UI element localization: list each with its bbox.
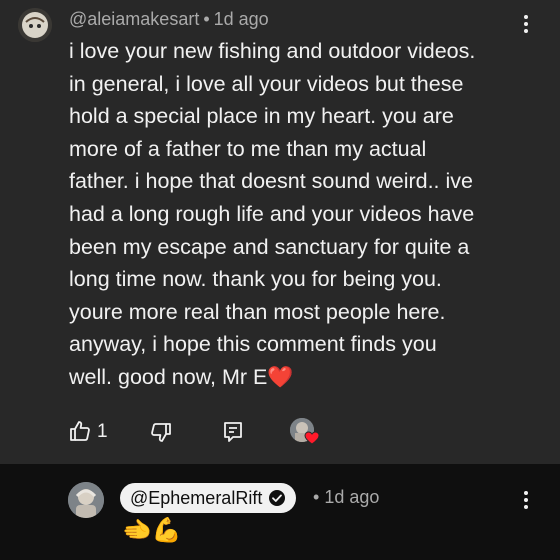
- reply-author-chip[interactable]: @EphemeralRift: [120, 483, 297, 513]
- comment-timestamp: 1d ago: [213, 9, 269, 29]
- heart-emoji: ❤️: [267, 365, 294, 389]
- avatar[interactable]: [18, 8, 52, 42]
- creator-heart-badge: [290, 418, 322, 446]
- reply-avatar[interactable]: [68, 482, 104, 518]
- like-count: 1: [97, 421, 108, 442]
- reply-kebab-menu-icon[interactable]: [516, 488, 536, 512]
- creator-heart-icon: [304, 431, 320, 445]
- reply-button[interactable]: [221, 420, 245, 444]
- verified-check-icon: [269, 490, 286, 506]
- reply-author-handle: @EphemeralRift: [130, 487, 263, 508]
- comment-header: @aleiamakesart • 1d ago: [69, 9, 269, 30]
- avatar-image: [18, 8, 52, 42]
- reply-avatar-image: [68, 482, 104, 518]
- reply-icon: [224, 422, 242, 442]
- comment-author-handle[interactable]: @aleiamakesart: [69, 9, 199, 29]
- reply-separator: •: [313, 487, 320, 507]
- kebab-menu-icon[interactable]: [516, 12, 536, 36]
- thumbs-down-icon: [151, 423, 171, 442]
- dislike-button[interactable]: [149, 420, 173, 444]
- reply-timestamp: 1d ago: [324, 487, 380, 507]
- thumbs-up-icon: [70, 421, 90, 441]
- comment-body: i love your new fishing and outdoor vide…: [69, 35, 549, 395]
- comment-text: i love your new fishing and outdoor vide…: [69, 39, 476, 389]
- reply-meta: • 1d ago: [313, 487, 379, 508]
- reply-emojis: 🫲💪: [122, 517, 182, 544]
- header-separator: •: [203, 9, 210, 29]
- like-button[interactable]: [68, 419, 92, 443]
